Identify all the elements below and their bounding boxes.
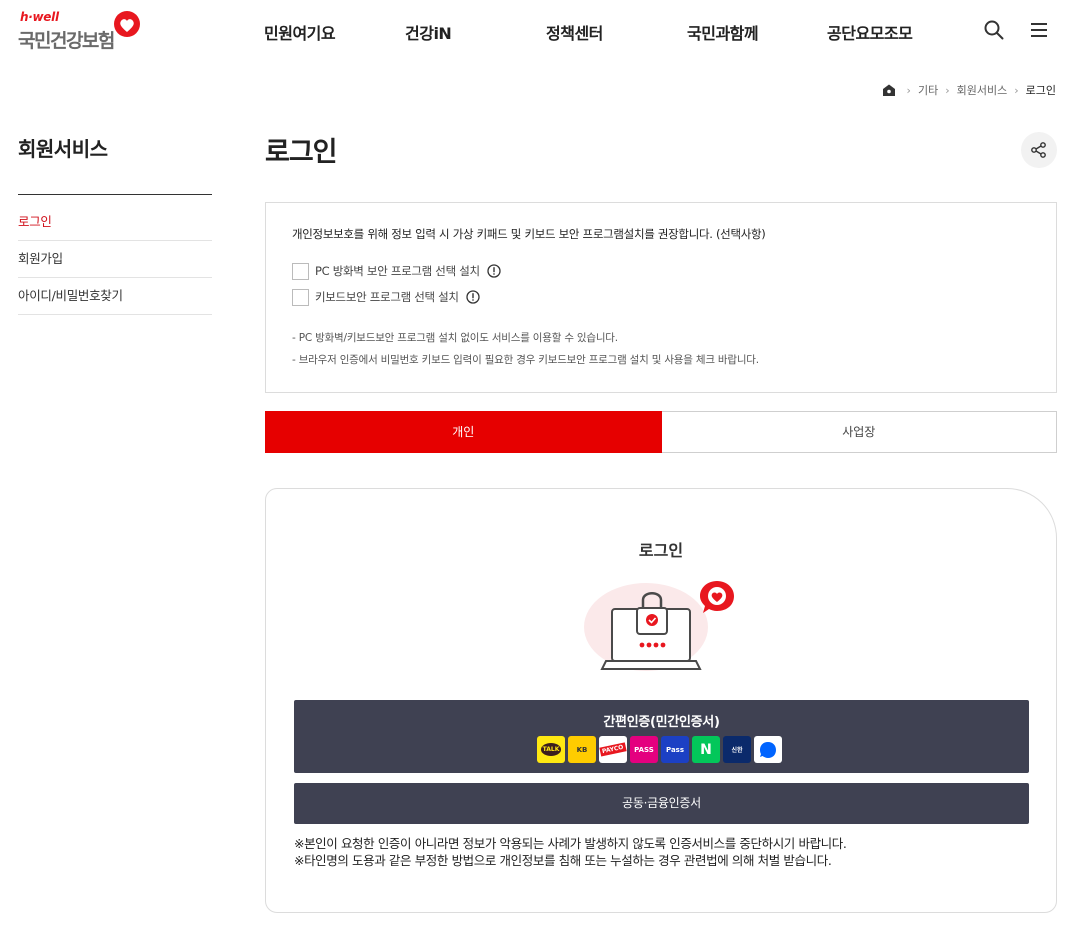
security-notice-box: 개인정보보호를 위해 정보 입력 시 가상 키패드 및 키보드 보안 프로그램설… bbox=[265, 202, 1057, 393]
sidebar-item-login[interactable]: 로그인 bbox=[18, 204, 212, 241]
simple-auth-button[interactable]: 간편인증(민간인증서) TALK KB PAYCO PASS Pass N 신한 bbox=[294, 700, 1029, 773]
firewall-label: PC 방화벽 보안 프로그램 선택 설치 bbox=[315, 264, 480, 278]
sidebar-divider bbox=[18, 194, 212, 195]
sidebar-title: 회원서비스 bbox=[18, 137, 108, 161]
breadcrumb-item[interactable]: 기타 bbox=[918, 82, 938, 98]
nav-item-about[interactable]: 공단요모조모 bbox=[827, 20, 913, 44]
pass-icon: PASS bbox=[630, 736, 658, 763]
breadcrumb-separator: › bbox=[945, 83, 950, 97]
sidebar-menu: 로그인 회원가입 아이디/비밀번호찾기 bbox=[18, 204, 212, 315]
naver-icon: N bbox=[692, 736, 720, 763]
search-icon[interactable] bbox=[983, 19, 1005, 41]
page-title: 로그인 bbox=[265, 137, 338, 168]
cert-provider-icons: TALK KB PAYCO PASS Pass N 신한 bbox=[537, 736, 782, 763]
toss-icon bbox=[754, 736, 782, 763]
kakao-icon: TALK bbox=[537, 736, 565, 763]
logo-name-text: 국민건강보험 bbox=[18, 30, 115, 52]
firewall-option[interactable]: PC 방화벽 보안 프로그램 선택 설치 bbox=[292, 262, 501, 280]
breadcrumb-separator: › bbox=[1014, 83, 1019, 97]
login-panel: 로그인 간편인증(민간인증서) TALK KB PAYCO PASS Pass bbox=[265, 488, 1057, 913]
info-icon[interactable] bbox=[487, 264, 501, 278]
login-type-tabs: 개인 사업장 bbox=[265, 411, 1057, 453]
sidebar-item-signup[interactable]: 회원가입 bbox=[18, 241, 212, 278]
kb-icon: KB bbox=[568, 736, 596, 763]
menu-icon[interactable] bbox=[1028, 19, 1050, 41]
tab-personal[interactable]: 개인 bbox=[265, 411, 662, 453]
sidebar-item-find-account[interactable]: 아이디/비밀번호찾기 bbox=[18, 278, 212, 315]
tab-business[interactable]: 사업장 bbox=[661, 411, 1057, 453]
share-button[interactable] bbox=[1021, 132, 1057, 168]
notice-note-1: - PC 방화벽/키보드보안 프로그램 설치 없이도 서비스를 이용할 수 있습… bbox=[292, 332, 618, 344]
nav-item-policy[interactable]: 정책센터 bbox=[546, 20, 603, 44]
nav-item-together[interactable]: 국민과함께 bbox=[687, 20, 759, 44]
logo-heart-icon bbox=[114, 11, 140, 37]
site-header: h·well 국민건강보험 민원여기요 건강iN 정책센터 국민과함께 공단요모… bbox=[0, 0, 1069, 62]
public-cert-button[interactable]: 공동·금융인증서 bbox=[294, 783, 1029, 824]
nav-item-civil[interactable]: 민원여기요 bbox=[264, 20, 336, 44]
nav-item-health[interactable]: 건강iN bbox=[405, 20, 452, 44]
samsung-pass-icon: Pass bbox=[661, 736, 689, 763]
info-icon[interactable] bbox=[466, 290, 480, 304]
home-icon[interactable] bbox=[882, 83, 896, 97]
breadcrumb-current: 로그인 bbox=[1025, 84, 1056, 97]
breadcrumb-separator: › bbox=[906, 83, 911, 97]
keyboard-security-checkbox[interactable] bbox=[292, 288, 309, 306]
keyboard-security-option[interactable]: 키보드보안 프로그램 선택 설치 bbox=[292, 288, 480, 306]
notice-heading: 개인정보보호를 위해 정보 입력 시 가상 키패드 및 키보드 보안 프로그램설… bbox=[292, 227, 766, 241]
keyboard-security-label: 키보드보안 프로그램 선택 설치 bbox=[315, 290, 459, 304]
warning-text-2: ※타인명의 도용과 같은 부정한 방법으로 개인정보를 침해 또는 누설하는 경… bbox=[294, 853, 832, 868]
breadcrumb-item[interactable]: 회원서비스 bbox=[957, 82, 1008, 98]
logo-brand-text: h·well bbox=[20, 10, 59, 24]
site-logo[interactable]: h·well 국민건강보험 bbox=[18, 10, 148, 54]
firewall-checkbox[interactable] bbox=[292, 262, 309, 280]
login-panel-title: 로그인 bbox=[638, 541, 684, 560]
notice-note-2: - 브라우저 인증에서 비밀번호 키보드 입력이 필요한 경우 키보드보안 프로… bbox=[292, 354, 759, 366]
simple-auth-label: 간편인증(민간인증서) bbox=[603, 715, 720, 730]
breadcrumb: › 기타 › 회원서비스 › 로그인 bbox=[882, 82, 1056, 98]
share-icon bbox=[1031, 142, 1046, 158]
shinhan-icon: 신한 bbox=[723, 736, 751, 763]
payco-icon: PAYCO bbox=[599, 736, 627, 763]
secure-laptop-illustration bbox=[584, 581, 734, 671]
